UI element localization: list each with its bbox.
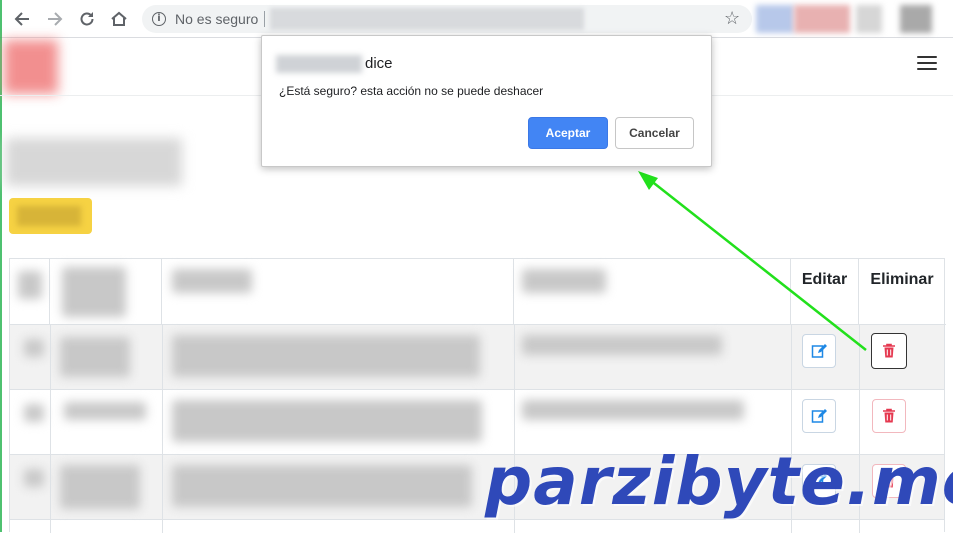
cancel-button[interactable]: Cancelar [615, 117, 694, 149]
confirm-dialog: dice ¿Está seguro? esta acción no se pue… [261, 35, 712, 167]
watermark-text: parzibyte.me [485, 443, 953, 520]
dialog-host-redacted [276, 55, 362, 73]
accept-button[interactable]: Aceptar [528, 117, 608, 149]
dialog-message: ¿Está seguro? esta acción no se puede de… [279, 84, 544, 98]
dialog-title: dice [365, 55, 393, 72]
